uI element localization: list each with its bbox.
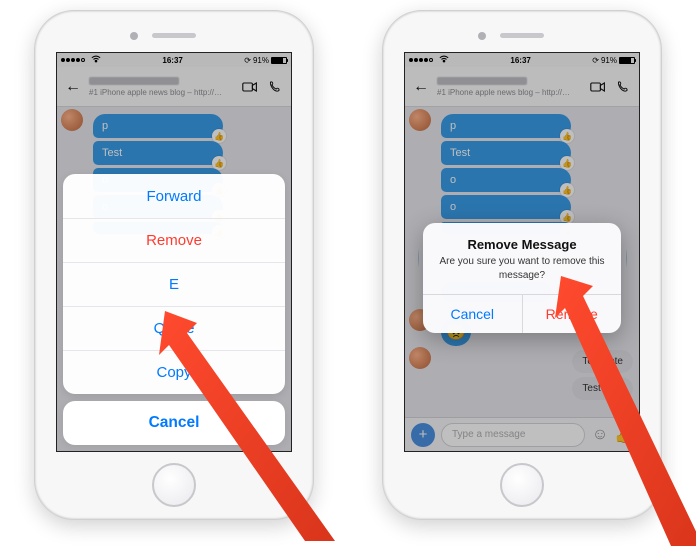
phone-screen-right: 16:37 ⟳ 91% ← #1 iPhone apple news blog …: [404, 52, 640, 452]
phone-speaker: [152, 33, 196, 38]
sheet-cancel-button[interactable]: Cancel: [63, 401, 285, 445]
home-button[interactable]: [152, 463, 196, 507]
action-sheet-group: Forward Remove E Quote Copy: [63, 174, 285, 394]
alert-remove-button[interactable]: Remove: [522, 295, 622, 333]
alert-buttons-row: Cancel Remove: [423, 294, 621, 333]
home-button[interactable]: [500, 463, 544, 507]
front-camera: [130, 32, 138, 40]
phone-speaker: [500, 33, 544, 38]
tutorial-screenshots-stage: 16:37 ⟳ 91% ← #1 iPhone apple news blog …: [0, 0, 696, 530]
alert-cancel-button[interactable]: Cancel: [423, 295, 522, 333]
sheet-item-e[interactable]: E: [63, 262, 285, 306]
sheet-item-quote[interactable]: Quote: [63, 306, 285, 350]
alert-body: Remove Message Are you sure you want to …: [423, 223, 621, 294]
iphone-device-right: 16:37 ⟳ 91% ← #1 iPhone apple news blog …: [382, 10, 662, 520]
sheet-item-forward[interactable]: Forward: [63, 174, 285, 218]
action-sheet: Forward Remove E Quote Copy Cancel: [63, 174, 285, 445]
phone-screen-left: 16:37 ⟳ 91% ← #1 iPhone apple news blog …: [56, 52, 292, 452]
remove-message-alert: Remove Message Are you sure you want to …: [423, 223, 621, 333]
iphone-device-left: 16:37 ⟳ 91% ← #1 iPhone apple news blog …: [34, 10, 314, 520]
sheet-item-remove[interactable]: Remove: [63, 218, 285, 262]
sheet-item-copy[interactable]: Copy: [63, 350, 285, 394]
front-camera: [478, 32, 486, 40]
alert-title: Remove Message: [437, 237, 607, 252]
alert-message: Are you sure you want to remove this mes…: [437, 255, 607, 282]
